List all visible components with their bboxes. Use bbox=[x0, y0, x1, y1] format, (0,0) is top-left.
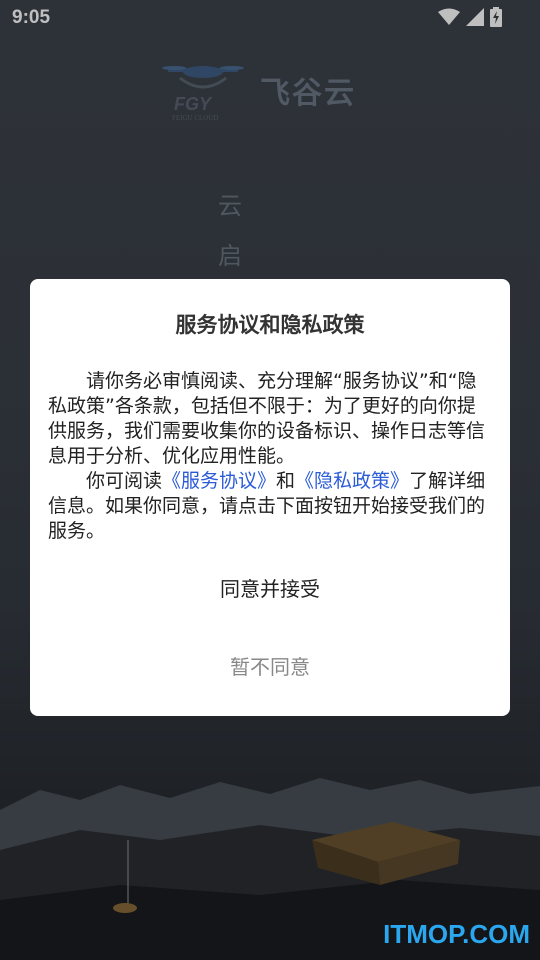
privacy-dialog: 服务协议和隐私政策 请你务必审慎阅读、充分理解“服务协议”和“隐私政策”各条款，… bbox=[30, 279, 510, 716]
dialog-title: 服务协议和隐私政策 bbox=[175, 313, 365, 337]
service-agreement-link[interactable]: 《服务协议》 bbox=[162, 470, 276, 492]
paragraph-text: 你可阅读 bbox=[86, 470, 163, 492]
decline-button[interactable]: 暂不同意 bbox=[30, 649, 510, 685]
agree-button[interactable]: 同意并接受 bbox=[30, 571, 510, 607]
dialog-paragraph-1: 请你务必审慎阅读、充分理解“服务协议”和“隐私政策”各条款，包括但不限于：为了更… bbox=[48, 370, 486, 467]
privacy-policy-link[interactable]: 《隐私政策》 bbox=[295, 470, 409, 492]
watermark: ITMOP.COM bbox=[383, 919, 530, 949]
dialog-paragraph-2: 你可阅读《服务协议》和《隐私政策》了解详细信息。如果你同意，请点击下面按钮开始接… bbox=[48, 469, 494, 544]
dialog-body: 请你务必审慎阅读、充分理解“服务协议”和“隐私政策”各条款，包括但不限于：为了更… bbox=[48, 369, 494, 544]
paragraph-text: 和 bbox=[276, 470, 296, 492]
